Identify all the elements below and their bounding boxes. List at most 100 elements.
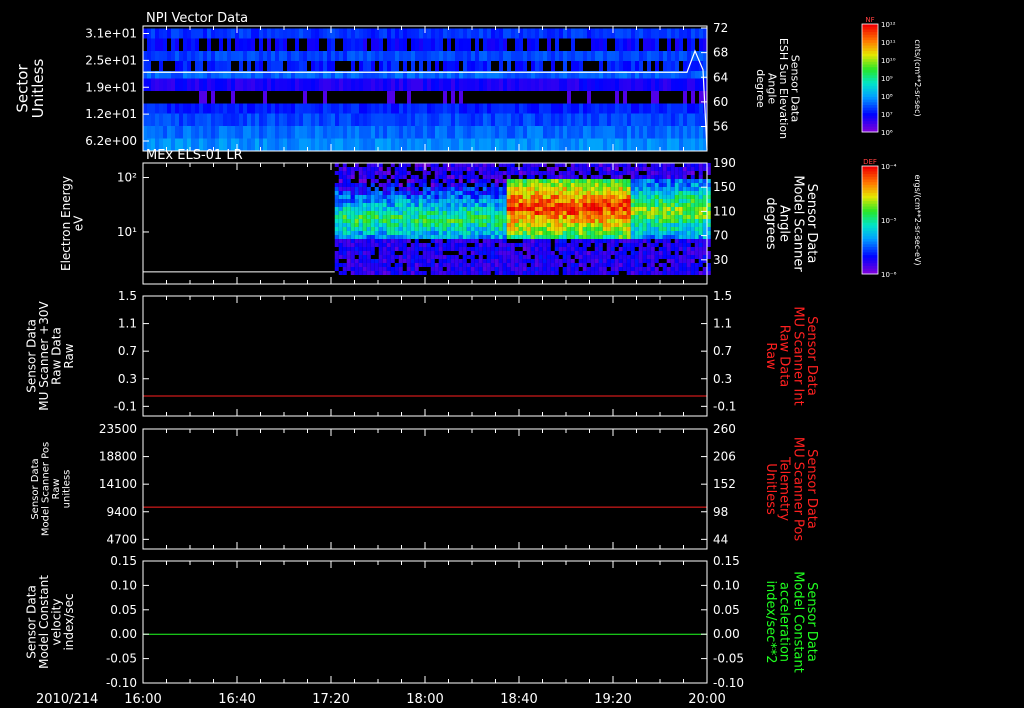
els-cell bbox=[626, 219, 631, 223]
npi-cell bbox=[671, 138, 675, 152]
els-cell bbox=[674, 167, 679, 171]
npi-cell bbox=[399, 113, 403, 127]
els-cell bbox=[418, 255, 423, 259]
els-cell bbox=[390, 267, 395, 271]
els-cell bbox=[354, 231, 359, 235]
npi-cell bbox=[599, 103, 603, 114]
els-cell bbox=[346, 215, 351, 219]
npi-cell bbox=[519, 51, 523, 62]
npi-cell bbox=[347, 103, 351, 114]
els-cell bbox=[502, 263, 507, 267]
npi-cell bbox=[599, 38, 603, 52]
npi-cell bbox=[327, 61, 331, 72]
els-cell bbox=[622, 243, 627, 247]
els-cell bbox=[458, 223, 463, 227]
npi-cell bbox=[379, 113, 383, 127]
els-cell bbox=[474, 203, 479, 207]
npi-cell bbox=[223, 113, 227, 127]
els-cell bbox=[434, 211, 439, 215]
els-cell bbox=[698, 223, 703, 227]
npi-cell bbox=[187, 103, 191, 114]
els-cell bbox=[482, 267, 487, 271]
els-cell bbox=[462, 187, 467, 191]
npi-cell bbox=[551, 38, 555, 52]
els-cell bbox=[686, 251, 691, 255]
els-cell bbox=[542, 215, 547, 219]
els-cell bbox=[570, 271, 575, 275]
els-cell bbox=[574, 231, 579, 235]
els-cell bbox=[338, 243, 343, 247]
els-cell bbox=[526, 247, 531, 251]
els-cell bbox=[414, 215, 419, 219]
els-cell bbox=[502, 191, 507, 195]
els-cell bbox=[542, 195, 547, 199]
els-cell bbox=[346, 203, 351, 207]
npi-cell bbox=[407, 91, 411, 104]
npi-cell bbox=[543, 113, 547, 127]
els-cell bbox=[678, 231, 683, 235]
npi-cell bbox=[575, 126, 579, 139]
els-cell bbox=[602, 239, 607, 243]
els-cell bbox=[582, 211, 587, 215]
els-cell bbox=[390, 199, 395, 203]
els-cell bbox=[522, 231, 527, 235]
els-cell bbox=[590, 235, 595, 239]
els-cell bbox=[378, 191, 383, 195]
els-cell bbox=[570, 207, 575, 211]
npi-cell bbox=[251, 91, 255, 104]
npi-cell bbox=[195, 28, 199, 39]
npi-cell bbox=[303, 38, 307, 52]
els-cell bbox=[350, 171, 355, 175]
y-tick-label: 14100 bbox=[99, 477, 137, 491]
npi-cell bbox=[203, 103, 207, 114]
els-cell bbox=[554, 211, 559, 215]
npi-cell bbox=[627, 51, 631, 62]
els-cell bbox=[666, 179, 671, 183]
els-cell bbox=[402, 243, 407, 247]
npi-cell bbox=[527, 78, 531, 92]
els-cell bbox=[574, 191, 579, 195]
els-cell bbox=[390, 207, 395, 211]
npi-cell bbox=[659, 51, 663, 62]
els-cell bbox=[662, 203, 667, 207]
npi-cell bbox=[315, 126, 319, 139]
els-cell bbox=[390, 215, 395, 219]
els-cell bbox=[342, 163, 347, 167]
npi-cell bbox=[687, 126, 691, 139]
npi-cell bbox=[443, 38, 447, 52]
els-cell bbox=[658, 171, 663, 175]
els-cell bbox=[494, 263, 499, 267]
npi-cell bbox=[647, 126, 651, 139]
npi-cell bbox=[695, 38, 699, 52]
npi-cell bbox=[267, 78, 271, 92]
els-cell bbox=[514, 263, 519, 267]
els-cell bbox=[530, 207, 535, 211]
y2-axis-label-line-3: Raw bbox=[763, 342, 778, 370]
els-cell bbox=[482, 171, 487, 175]
npi-cell bbox=[691, 126, 695, 139]
els-cell bbox=[402, 203, 407, 207]
els-cell bbox=[630, 239, 635, 243]
els-cell bbox=[470, 167, 475, 171]
els-cell bbox=[394, 247, 399, 251]
npi-cell bbox=[439, 61, 443, 72]
els-cell bbox=[662, 183, 667, 187]
els-cell bbox=[490, 239, 495, 243]
els-cell bbox=[438, 207, 443, 211]
npi-cell bbox=[255, 138, 259, 152]
els-cell bbox=[494, 255, 499, 259]
els-cell bbox=[482, 259, 487, 263]
els-cell bbox=[474, 263, 479, 267]
npi-cell bbox=[499, 78, 503, 92]
els-cell bbox=[538, 271, 543, 275]
els-cell bbox=[558, 215, 563, 219]
npi-cell bbox=[411, 51, 415, 62]
els-cell bbox=[634, 203, 639, 207]
npi-cell bbox=[491, 91, 495, 104]
els-cell bbox=[478, 171, 483, 175]
els-cell bbox=[442, 199, 447, 203]
npi-cell bbox=[687, 113, 691, 127]
els-cell bbox=[430, 187, 435, 191]
els-cell bbox=[466, 191, 471, 195]
npi-cell bbox=[671, 28, 675, 39]
